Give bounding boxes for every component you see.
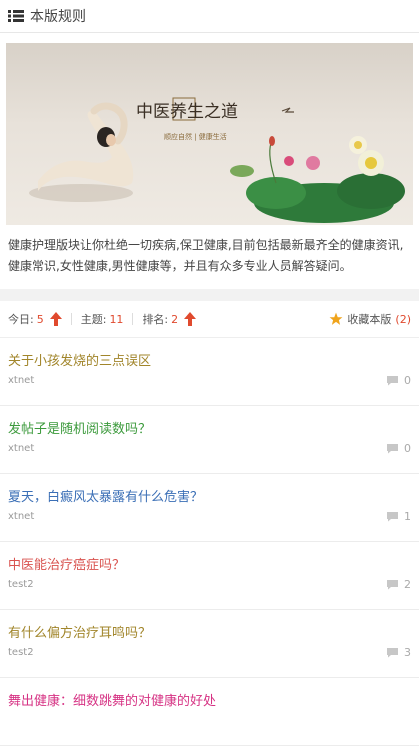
banner-illustration: 中医养生之道 顺应自然 | 健康生活 xyxy=(29,97,405,223)
comment-icon xyxy=(387,376,398,386)
thread-title[interactable]: 夏天，白癜风太暴露有什么危害？ xyxy=(8,486,203,505)
thread-author: test2 xyxy=(8,647,34,658)
thread-author: xtnet xyxy=(8,375,35,386)
rules-header[interactable]: 本版规则 xyxy=(0,0,419,33)
reply-count-value: 3 xyxy=(404,646,411,659)
reply-count: 2 xyxy=(386,578,411,591)
thread-row[interactable]: 发帖子是随机阅读数吗？ xtnet 0 xyxy=(0,406,419,474)
topics-value: 11 xyxy=(109,312,124,326)
thread-author: xtnet xyxy=(8,443,35,454)
favorite-label: 收藏本版 xyxy=(347,313,392,326)
star-icon xyxy=(329,312,343,325)
reply-count: 1 xyxy=(386,510,411,523)
arrow-up-icon xyxy=(49,312,62,326)
comment-icon xyxy=(387,512,398,522)
section-divider xyxy=(0,289,419,301)
comment-icon xyxy=(387,444,398,454)
thread-author: xtnet xyxy=(8,511,35,522)
today-label: 今日: xyxy=(8,313,34,326)
reply-count-value: 1 xyxy=(404,510,411,523)
reply-count-value: 2 xyxy=(404,578,411,591)
thread-row[interactable]: 有什么偏方治疗耳鸣吗？ test2 3 xyxy=(0,610,419,678)
board-description: 健康护理版块让你杜绝一切疾病,保卫健康,目前包括最新最齐全的健康资讯,健康常识,… xyxy=(8,238,404,273)
divider xyxy=(132,313,134,325)
list-icon xyxy=(8,10,24,22)
reply-count: 0 xyxy=(386,374,411,387)
favorite-count: (2) xyxy=(395,312,411,326)
thread-title[interactable]: 发帖子是随机阅读数吗？ xyxy=(8,418,151,437)
reply-count-value: 0 xyxy=(404,442,411,455)
thread-row[interactable]: 舞出健康：细数跳舞的对健康的好处 xyxy=(0,678,419,746)
thread-title[interactable]: 舞出健康：细数跳舞的对健康的好处 xyxy=(8,690,216,709)
rank-label: 排名: xyxy=(142,313,169,326)
banner-image: 中医养生之道 顺应自然 | 健康生活 xyxy=(6,43,413,225)
thread-row[interactable]: 夏天，白癜风太暴露有什么危害？ xtnet 1 xyxy=(0,474,419,542)
yoga-figure xyxy=(29,102,134,202)
thread-title[interactable]: 有什么偏方治疗耳鸣吗？ xyxy=(8,622,151,641)
reply-count-value: 0 xyxy=(404,374,411,387)
thread-list: 关于小孩发烧的三点误区 xtnet 0 发帖子是随机阅读数吗？ xtnet 0 夏天，白癜风… xyxy=(0,338,419,746)
divider xyxy=(70,313,72,325)
banner-subtitle: 顺应自然 | 健康生活 xyxy=(164,132,227,141)
reply-count: 3 xyxy=(386,646,411,659)
favorite-board-button[interactable]: 收藏本版 (2) xyxy=(329,311,411,327)
bird-icon xyxy=(281,107,294,113)
topics-label: 主题: xyxy=(80,313,107,326)
header-title: 本版规则 xyxy=(30,9,86,25)
calligraphy-title: 中医养生之道 xyxy=(136,97,238,122)
thread-title[interactable]: 中医能治疗癌症吗？ xyxy=(8,554,125,573)
lotus-illustration xyxy=(230,136,405,223)
comment-icon xyxy=(387,648,398,658)
thread-row[interactable]: 关于小孩发烧的三点误区 xtnet 0 xyxy=(0,338,419,406)
arrow-up-icon xyxy=(184,312,197,326)
thread-row[interactable]: 中医能治疗癌症吗？ test2 2 xyxy=(0,542,419,610)
today-value: 5 xyxy=(36,312,44,326)
thread-author: test2 xyxy=(8,579,34,590)
board-stats: 今日: 5 主题: 11 排名: 2 收藏本版 (2) xyxy=(0,301,419,338)
svg-text:中医养生之道: 中医养生之道 xyxy=(136,102,238,122)
thread-title[interactable]: 关于小孩发烧的三点误区 xyxy=(8,350,151,369)
comment-icon xyxy=(387,580,398,590)
rank-value: 2 xyxy=(171,312,179,326)
reply-count: 0 xyxy=(386,442,411,455)
